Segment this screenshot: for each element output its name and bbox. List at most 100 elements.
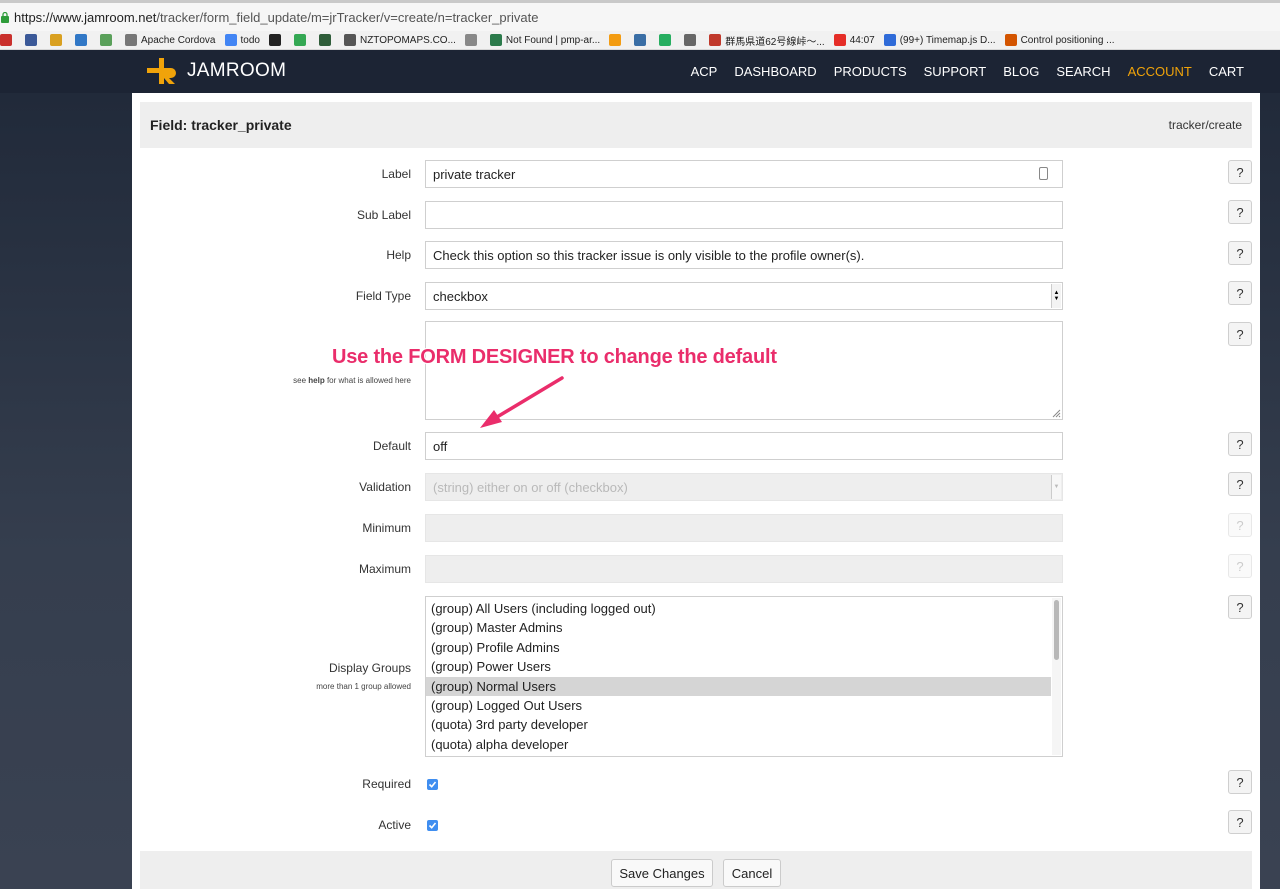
bookmark-item[interactable]: Apache Cordova [125,34,216,46]
bookmark-item[interactable] [75,34,91,46]
default-help-button[interactable]: ? [1228,432,1252,456]
label-field-label: Label [381,167,411,181]
help-help-button[interactable]: ? [1228,241,1252,265]
maximum-help-button: ? [1228,554,1252,578]
password-manager-icon[interactable] [1039,167,1048,180]
minimum-help-button: ? [1228,513,1252,537]
list-item[interactable]: (group) Master Admins [426,618,1051,637]
active-checkbox[interactable] [427,820,438,831]
nav-item-acp[interactable]: ACP [691,64,718,79]
scrollbar-thumb[interactable] [1054,600,1059,660]
bookmark-item[interactable] [684,34,700,46]
required-help-button[interactable]: ? [1228,770,1252,794]
nav-item-dashboard[interactable]: DASHBOARD [734,64,816,79]
logo-text: JAMROOM [187,60,287,81]
form-panel: Field: tracker_private tracker/create La… [132,93,1260,889]
bookmark-favicon-icon [100,34,112,46]
checkmark-icon [428,822,437,829]
sublabel-input[interactable] [425,201,1063,229]
annotation-text: Use the FORM DESIGNER to change the defa… [332,346,777,368]
bookmark-favicon-icon [343,34,356,46]
bookmark-item[interactable] [0,34,16,46]
fieldtype-help-button[interactable]: ? [1228,281,1252,305]
bookmark-item[interactable] [268,34,285,46]
nav-item-support[interactable]: SUPPORT [924,64,987,79]
validation-select: (string) either on or off (checkbox) ▼ [425,473,1063,501]
bookmark-item[interactable] [464,34,481,46]
list-item[interactable]: (group) All Users (including logged out) [426,599,1051,618]
options-help-button[interactable]: ? [1228,322,1252,346]
help-input[interactable]: Check this option so this tracker issue … [425,241,1063,269]
bookmark-label: Not Found | pmp-ar... [505,34,601,46]
bookmark-item[interactable]: Not Found | pmp-ar... [489,34,601,46]
maximum-field-label: Maximum [358,562,411,576]
field-header: Field: tracker_private tracker/create [140,102,1252,148]
required-checkbox[interactable] [427,779,438,790]
list-item[interactable]: (group) Normal Users [426,676,1051,696]
nav-item-cart[interactable]: CART [1209,64,1244,79]
bookmark-item[interactable] [293,34,310,46]
bookmark-item[interactable]: NZTOPOMAPS.CO... [343,34,456,46]
bookmark-item[interactable] [25,34,41,46]
help-input-value: Check this option so this tracker issue … [433,248,865,263]
bookmark-favicon-icon [464,34,477,46]
validation-select-value: (string) either on or off (checkbox) [433,480,628,495]
nav-item-account[interactable]: ACCOUNT [1128,64,1192,79]
bookmark-favicon-icon [318,34,331,46]
bookmark-item[interactable]: todo [224,34,260,46]
url-host: https://www.jamroom.net [14,9,157,25]
listbox-scrollbar[interactable] [1052,598,1061,755]
address-bar[interactable]: https://www.jamroom.net/tracker/form_fie… [0,3,1280,31]
nav-item-search[interactable]: SEARCH [1056,64,1110,79]
list-item[interactable]: (group) Power Users [426,657,1051,676]
bookmark-item[interactable] [100,34,116,46]
label-help-button[interactable]: ? [1228,160,1252,184]
breadcrumb: tracker/create [1168,118,1242,132]
chevron-down-icon: ▲ ▼ [1051,284,1061,308]
default-input-value: off [433,439,448,454]
save-changes-button[interactable]: Save Changes [611,859,713,887]
bookmark-item[interactable]: 群馬県道62号線峠〜... [709,33,825,48]
groups-options: (group) All Users (including logged out)… [426,599,1062,754]
resize-handle-icon[interactable] [1051,408,1061,418]
minimum-field-label: Minimum [362,521,411,535]
minimum-input [425,514,1063,542]
list-item[interactable]: (quota) alpha developer [426,735,1051,754]
maximum-input [425,555,1063,583]
nav-item-blog[interactable]: BLOG [1003,64,1039,79]
required-field-label: Required [362,777,411,791]
bookmark-label: NZTOPOMAPS.CO... [359,34,456,46]
sublabel-field-label: Sub Label [356,208,411,222]
validation-help-button[interactable]: ? [1228,472,1252,496]
label-input[interactable]: private tracker [425,160,1063,188]
bookmark-favicon-icon [25,34,37,46]
validation-field-label: Validation [359,480,411,494]
list-item[interactable]: (group) Logged Out Users [426,696,1051,715]
fieldtype-field-label: Field Type [355,289,411,303]
bookmark-item[interactable] [609,34,625,46]
groups-listbox[interactable]: (group) All Users (including logged out)… [425,596,1063,757]
default-input[interactable]: off [425,432,1063,460]
bookmark-item[interactable] [318,34,335,46]
list-item[interactable]: (quota) 3rd party developer [426,715,1051,734]
groups-help-button[interactable]: ? [1228,595,1252,619]
bookmark-item[interactable] [50,34,66,46]
bookmark-favicon-icon [634,34,647,46]
fieldtype-select[interactable]: checkbox ▲ ▼ [425,282,1063,310]
sublabel-help-button[interactable]: ? [1228,200,1252,224]
bookmark-item[interactable] [634,34,650,46]
list-item[interactable]: (group) Profile Admins [426,638,1051,657]
bookmark-item[interactable]: (99+) Timemap.js D... [883,34,996,46]
active-help-button[interactable]: ? [1228,810,1252,834]
bookmark-item[interactable]: 44:07 [833,34,875,46]
nav-item-products[interactable]: PRODUCTS [834,64,907,79]
site-logo[interactable]: JAMROOM [147,56,286,86]
bookmark-item[interactable] [659,34,675,46]
bookmark-favicon-icon [293,34,306,46]
bookmark-label: 群馬県道62号線峠〜... [725,36,825,48]
cancel-button[interactable]: Cancel [723,859,781,887]
options-sub-suffix: for what is allowed here [326,376,411,385]
bookmark-favicon-icon [684,34,697,46]
options-help-link[interactable]: help [308,376,324,385]
bookmark-item[interactable]: Control positioning ... [1004,34,1115,46]
